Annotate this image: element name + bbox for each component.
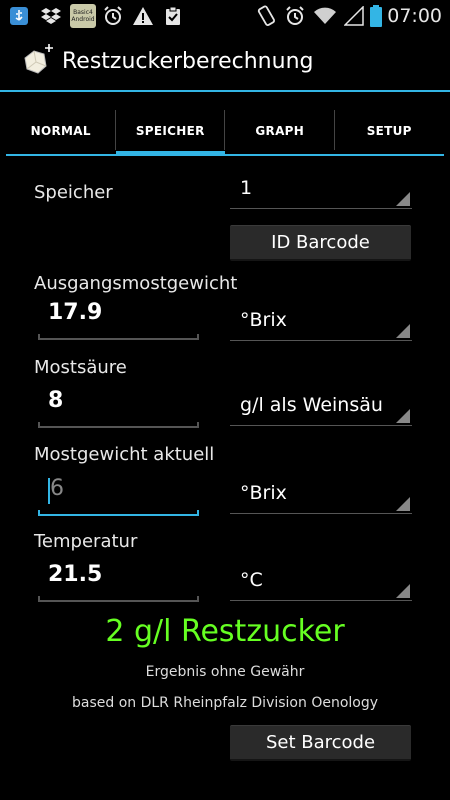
battery-icon bbox=[370, 5, 382, 27]
tab-bar: NORMAL SPEICHER GRAPH SETUP bbox=[6, 106, 444, 156]
alarm-icon bbox=[102, 6, 124, 26]
clipboard-icon bbox=[162, 6, 184, 26]
ausgangsmostgewicht-input[interactable]: 17.9 bbox=[38, 298, 199, 340]
signal-icon bbox=[344, 6, 364, 26]
dropdown-arrow-icon bbox=[396, 192, 410, 206]
set-barcode-button[interactable]: Set Barcode bbox=[230, 725, 411, 761]
dropdown-arrow-icon bbox=[396, 409, 410, 423]
temperatur-input[interactable]: 21.5 bbox=[38, 560, 199, 602]
mostsaeure-value: 8 bbox=[48, 388, 64, 413]
speicher-value: 1 bbox=[240, 177, 253, 199]
action-bar: Restzuckerberechnung bbox=[0, 32, 450, 90]
tab-speicher[interactable]: SPEICHER bbox=[115, 106, 225, 156]
mostsaeure-input[interactable]: 8 bbox=[38, 386, 199, 428]
action-bar-divider bbox=[0, 90, 450, 92]
sugar-cube-icon bbox=[20, 42, 56, 78]
dropbox-icon bbox=[38, 6, 64, 26]
mostgewicht-aktuell-label: Mostgewicht aktuell bbox=[34, 444, 215, 465]
dropdown-arrow-icon bbox=[396, 584, 410, 598]
tab-normal-label: NORMAL bbox=[30, 124, 91, 138]
usb-icon bbox=[8, 6, 30, 26]
warning-icon bbox=[132, 6, 154, 26]
temperatur-value: 21.5 bbox=[48, 562, 103, 587]
temperatur-label: Temperatur bbox=[34, 531, 138, 552]
status-bar: Basic4 Android 07:00 bbox=[0, 0, 450, 32]
ausgangsmostgewicht-unit-spinner[interactable]: °Brix bbox=[230, 305, 412, 341]
basic4android-icon: Basic4 Android bbox=[70, 4, 96, 28]
clock: 07:00 bbox=[387, 5, 442, 27]
tab-speicher-label: SPEICHER bbox=[135, 124, 205, 138]
tab-setup[interactable]: SETUP bbox=[334, 106, 444, 156]
id-barcode-button[interactable]: ID Barcode bbox=[230, 225, 411, 261]
app-title: Restzuckerberechnung bbox=[62, 49, 314, 74]
mostgewicht-aktuell-unit: °Brix bbox=[240, 482, 287, 504]
temperatur-unit: °C bbox=[240, 569, 263, 591]
tab-setup-label: SETUP bbox=[366, 124, 412, 138]
alarm-icon-2 bbox=[284, 6, 306, 26]
mostgewicht-aktuell-unit-spinner[interactable]: °Brix bbox=[230, 478, 412, 514]
tab-normal[interactable]: NORMAL bbox=[6, 106, 116, 156]
wifi-icon bbox=[312, 6, 338, 26]
ausgangsmostgewicht-unit: °Brix bbox=[240, 309, 287, 331]
ausgangsmostgewicht-label: Ausgangsmostgewicht bbox=[34, 273, 238, 294]
ausgangsmostgewicht-value: 17.9 bbox=[48, 300, 103, 325]
credit-text: based on DLR Rheinpfalz Division Oenolog… bbox=[71, 695, 379, 711]
mostgewicht-aktuell-input[interactable]: 6 bbox=[38, 474, 199, 516]
mostsaeure-label: Mostsäure bbox=[34, 357, 127, 378]
dropdown-arrow-icon bbox=[396, 324, 410, 338]
rotate-icon bbox=[254, 5, 278, 26]
disclaimer-text: Ergebnis ohne Gewähr bbox=[145, 664, 305, 680]
mostsaeure-unit: g/l als Weinsäure bbox=[240, 394, 382, 416]
speicher-spinner[interactable]: 1 bbox=[230, 173, 412, 209]
dropdown-arrow-icon bbox=[396, 497, 410, 511]
tab-graph-label: GRAPH bbox=[255, 124, 305, 138]
mostgewicht-aktuell-value: 6 bbox=[50, 476, 64, 501]
result-text: 2 g/l Restzucker bbox=[105, 614, 345, 649]
temperatur-unit-spinner[interactable]: °C bbox=[230, 565, 412, 601]
mostsaeure-unit-spinner[interactable]: g/l als Weinsäure bbox=[230, 390, 412, 426]
speicher-label: Speicher bbox=[34, 182, 113, 203]
tab-graph[interactable]: GRAPH bbox=[225, 106, 335, 156]
